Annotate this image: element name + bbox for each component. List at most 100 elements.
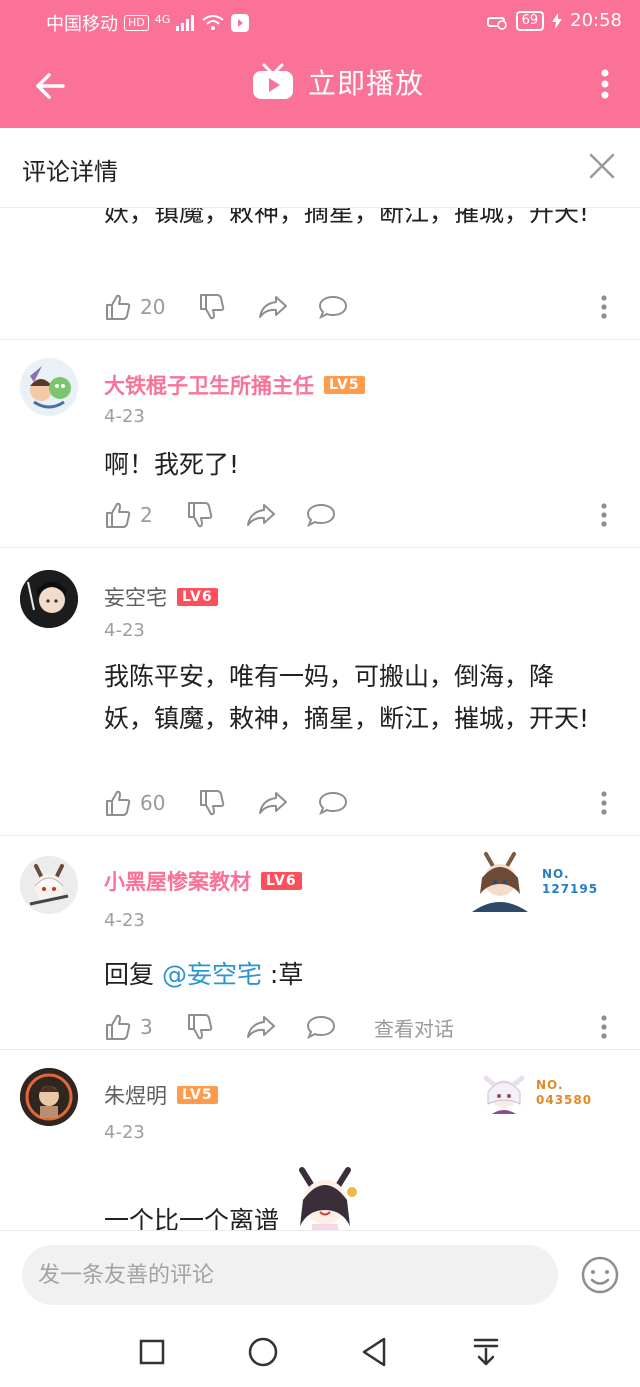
fan-badge-card[interactable]: NO. 043580 bbox=[478, 1068, 592, 1118]
view-dialog-link[interactable]: 查看对话 bbox=[374, 1013, 454, 1042]
share-button[interactable] bbox=[258, 790, 318, 816]
play-now-button[interactable]: 立即播放 bbox=[252, 60, 424, 104]
comment-item: 小黑屋惨案教材 LV6 NO. 127195 4-23 回复 @妄空宅 :草 3 bbox=[0, 836, 640, 1050]
recent-apps-button[interactable] bbox=[134, 1334, 170, 1370]
like-button[interactable]: 2 bbox=[104, 501, 186, 529]
username[interactable]: 妄空宅 bbox=[104, 582, 167, 612]
thumbs-down-icon bbox=[200, 294, 225, 320]
username[interactable]: 朱煜明 bbox=[104, 1080, 167, 1110]
username[interactable]: 大铁棍子卫生所捅主任 bbox=[104, 370, 314, 400]
dislike-button[interactable] bbox=[186, 501, 246, 529]
comment-actions: 2 bbox=[104, 498, 336, 532]
comment-more-button[interactable] bbox=[594, 786, 614, 820]
avatar[interactable] bbox=[20, 856, 78, 914]
back-nav-button[interactable] bbox=[356, 1334, 392, 1370]
status-bar: 中国移动 HD 4G 69 20:58 bbox=[0, 0, 640, 44]
level-badge: LV5 bbox=[177, 1086, 218, 1104]
charging-icon bbox=[552, 12, 563, 29]
avatar-illustration bbox=[20, 856, 78, 914]
comment-author[interactable]: 朱煜明 LV5 bbox=[104, 1080, 218, 1110]
back-button[interactable] bbox=[28, 64, 72, 108]
notification-drawer-button[interactable] bbox=[468, 1334, 504, 1370]
comment-date: 4-23 bbox=[104, 1122, 145, 1143]
dislike-button[interactable] bbox=[186, 1013, 246, 1041]
like-count: 20 bbox=[140, 295, 166, 319]
fan-badge-card[interactable]: NO. 127195 bbox=[464, 850, 598, 914]
reply-text: :草 bbox=[261, 960, 304, 989]
like-button[interactable]: 20 bbox=[104, 293, 198, 321]
reply-button[interactable] bbox=[306, 1014, 368, 1040]
comment-actions: 3 查看对话 bbox=[104, 1010, 454, 1044]
like-button[interactable]: 60 bbox=[104, 789, 198, 817]
reply-button[interactable] bbox=[318, 790, 348, 816]
comment-item: 妖，镇魔，敕神，摘星，断江，摧城，开天! 20 bbox=[0, 208, 640, 340]
comment-bubble-icon bbox=[318, 295, 348, 320]
comment-author[interactable]: 小黑屋惨案教材 LV6 bbox=[104, 866, 302, 896]
badge-no-label: NO. bbox=[542, 867, 570, 881]
girl-sticker-illustration bbox=[299, 1167, 357, 1230]
reply-button[interactable] bbox=[306, 502, 336, 528]
comment-more-button[interactable] bbox=[594, 498, 614, 532]
level-badge: LV6 bbox=[177, 588, 218, 606]
pull-down-icon bbox=[473, 1338, 499, 1366]
comment-content: 我陈平安，唯有一妈，可搬山，倒海，降妖，镇魔，敕神，摘星，断江，摧城，开天! bbox=[104, 662, 590, 733]
comment-input-bar bbox=[0, 1230, 640, 1318]
more-vertical-icon bbox=[601, 1015, 607, 1039]
battery-indicator: 69 bbox=[515, 10, 545, 31]
avatar[interactable] bbox=[20, 570, 78, 628]
thumbs-up-icon bbox=[106, 1014, 131, 1040]
more-vertical-icon bbox=[601, 791, 607, 815]
comment-content: 啊！我死了! bbox=[104, 450, 240, 479]
thumbs-up-icon bbox=[106, 502, 131, 528]
comment-bubble-icon bbox=[318, 791, 348, 816]
comment-author[interactable]: 大铁棍子卫生所捅主任 LV5 bbox=[104, 370, 365, 400]
comment-content: 妖，镇魔，敕神，摘星，断江，摧城，开天! bbox=[104, 208, 590, 227]
mention-link[interactable]: @妄空宅 bbox=[162, 960, 262, 989]
comment-list[interactable]: 妖，镇魔，敕神，摘星，断江，摧城，开天! 20 大铁棍子卫生所捅主任 LV5 4… bbox=[0, 208, 640, 1230]
circle-icon bbox=[248, 1337, 278, 1367]
comment-more-button[interactable] bbox=[594, 1010, 614, 1044]
avatar[interactable] bbox=[20, 358, 78, 416]
dislike-button[interactable] bbox=[198, 789, 258, 817]
username[interactable]: 小黑屋惨案教材 bbox=[104, 866, 251, 896]
like-count: 60 bbox=[140, 791, 166, 815]
carrier-label: 中国移动 bbox=[46, 14, 118, 35]
close-icon bbox=[589, 153, 615, 179]
home-button[interactable] bbox=[245, 1334, 281, 1370]
comment-detail-header: 评论详情 bbox=[0, 128, 640, 208]
dislike-button[interactable] bbox=[198, 293, 258, 321]
avatar-illustration bbox=[20, 570, 78, 628]
thumbs-down-icon bbox=[188, 1014, 213, 1040]
comment-bubble-icon bbox=[306, 503, 336, 528]
like-count: 3 bbox=[140, 1015, 153, 1039]
more-vertical-icon bbox=[601, 69, 609, 99]
comment-item: 朱煜明 LV5 NO. 043580 4-23 一个比一个离谱 bbox=[0, 1050, 640, 1230]
comment-detail-title: 评论详情 bbox=[22, 158, 118, 186]
comment-author[interactable]: 妄空宅 LV6 bbox=[104, 582, 218, 612]
more-menu-button[interactable] bbox=[590, 62, 620, 106]
share-icon bbox=[247, 504, 275, 526]
close-button[interactable] bbox=[584, 148, 620, 184]
reply-prefix: 回复 bbox=[104, 960, 155, 989]
badge-no-label: NO. bbox=[536, 1078, 564, 1092]
reply-button[interactable] bbox=[318, 294, 348, 320]
share-button[interactable] bbox=[246, 502, 306, 528]
like-button[interactable]: 3 bbox=[104, 1013, 186, 1041]
comment-bubble-icon bbox=[306, 1015, 336, 1040]
avatar[interactable] bbox=[20, 1068, 78, 1126]
thumbs-up-icon bbox=[106, 294, 131, 320]
more-vertical-icon bbox=[601, 295, 607, 319]
share-icon bbox=[259, 296, 287, 318]
share-button[interactable] bbox=[246, 1014, 306, 1040]
comment-actions: 60 bbox=[104, 786, 348, 820]
badge-number: 127195 bbox=[542, 882, 599, 896]
comment-input[interactable] bbox=[22, 1245, 558, 1305]
tv-play-icon bbox=[253, 63, 293, 99]
hd-badge: HD bbox=[124, 15, 149, 31]
comment-date: 4-23 bbox=[104, 406, 145, 427]
share-button[interactable] bbox=[258, 294, 318, 320]
like-count: 2 bbox=[140, 503, 153, 527]
emoji-button[interactable] bbox=[580, 1255, 620, 1295]
avatar-illustration bbox=[20, 1068, 78, 1126]
comment-more-button[interactable] bbox=[594, 290, 614, 324]
